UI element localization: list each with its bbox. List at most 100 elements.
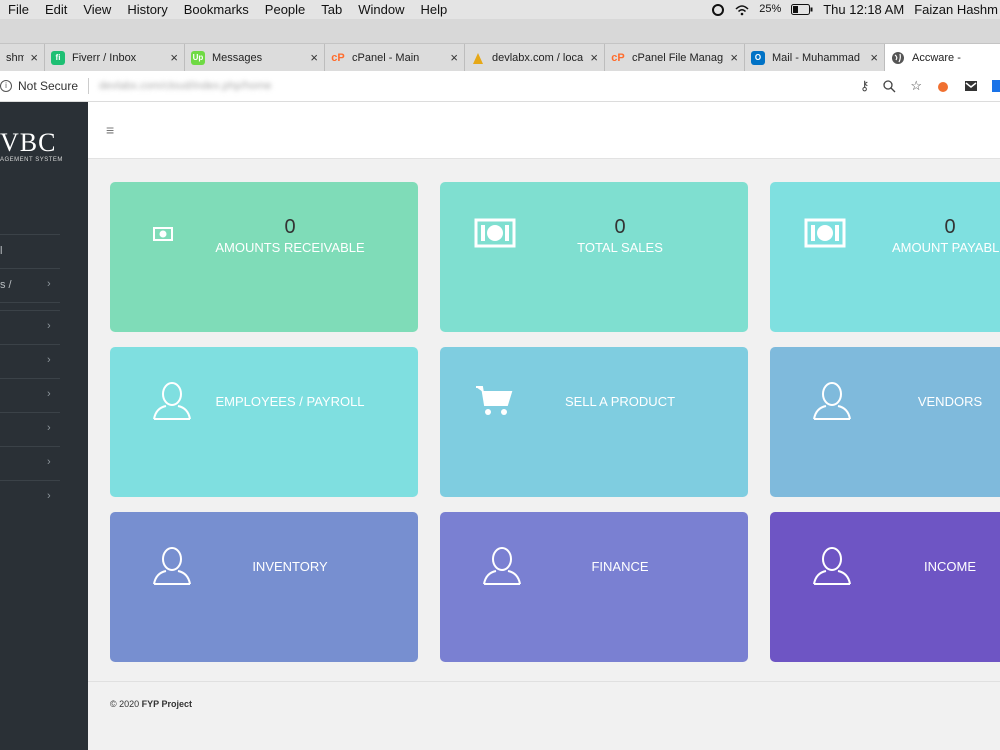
sidebar-nav: l s / › › › › › › ›	[0, 234, 60, 514]
copyright: © 2020 FYP Project	[110, 699, 193, 709]
tab-mail[interactable]: O Mail - Muhammad ×	[745, 44, 885, 71]
card-vendors[interactable]: VENDORS	[770, 347, 1000, 497]
tab-cpanel-main[interactable]: cP cPanel - Main ×	[325, 44, 465, 71]
browser-tab-bar: shmi × fi Fiverr / Inbox × Up Messages ×…	[0, 44, 1000, 71]
phpmyadmin-icon	[471, 51, 485, 65]
extension-icon[interactable]	[936, 79, 950, 93]
extension-icon[interactable]	[992, 79, 1000, 93]
toolbar-actions: ⚷ ☆	[860, 71, 1000, 102]
sidebar-item[interactable]: ›	[0, 344, 60, 378]
card-title: FINANCE	[591, 559, 649, 574]
card-title: TOTAL SALES	[577, 240, 663, 255]
menu-help[interactable]: Help	[413, 0, 456, 19]
logo-subtitle: AGEMENT SYSTEM	[0, 157, 63, 163]
bookmark-star-icon[interactable]: ☆	[910, 78, 922, 94]
gmail-icon[interactable]	[964, 79, 978, 93]
card-title: INVENTORY	[252, 559, 328, 574]
divider	[88, 78, 90, 94]
card-sell-a-product[interactable]: SELL A PRODUCT	[440, 347, 748, 497]
menu-items: File Edit View History Bookmarks People …	[0, 0, 455, 19]
url-input[interactable]: devlabx.com/cloud/index.php/home	[99, 80, 271, 92]
chevron-right-icon: ›	[47, 320, 51, 332]
hamburger-menu-icon[interactable]: ≡	[106, 122, 114, 138]
sidebar-item[interactable]: ›	[0, 480, 60, 514]
card-value: 0	[944, 216, 956, 238]
sidebar-divider	[0, 302, 60, 310]
sidebar-item[interactable]: s / ›	[0, 268, 60, 302]
card-value: 0	[284, 216, 296, 238]
sidebar-item[interactable]: ›	[0, 378, 60, 412]
close-icon[interactable]: ×	[310, 50, 318, 65]
sidebar-item[interactable]: ›	[0, 412, 60, 446]
menu-file[interactable]: File	[0, 0, 37, 19]
zoom-icon[interactable]	[883, 79, 896, 93]
chevron-right-icon: ›	[47, 278, 51, 290]
creative-cloud-icon[interactable]	[711, 3, 725, 17]
menu-view[interactable]: View	[75, 0, 119, 19]
clock[interactable]: Thu 12:18 AM	[823, 0, 904, 19]
fiverr-icon: fi	[51, 50, 65, 65]
card-amount-payable[interactable]: 0 AMOUNT PAYABLE	[770, 182, 1000, 332]
sidebar-item[interactable]: ›	[0, 446, 60, 480]
card-inventory[interactable]: INVENTORY	[110, 512, 418, 662]
logo[interactable]: VBC	[0, 128, 56, 158]
upwork-icon: Up	[191, 50, 205, 65]
sidebar-item[interactable]: l	[0, 234, 60, 268]
close-icon[interactable]: ×	[30, 50, 38, 65]
chevron-right-icon: ›	[47, 490, 51, 502]
tab-devlabx[interactable]: devlabx.com / loca ×	[465, 44, 605, 71]
chevron-right-icon: ›	[47, 354, 51, 366]
address-bar: i Not Secure devlabx.com/cloud/index.php…	[0, 71, 1000, 102]
content-header: ≡	[88, 102, 1000, 159]
chevron-right-icon: ›	[47, 388, 51, 400]
close-icon[interactable]: ×	[730, 50, 738, 65]
status-area: 25% Thu 12:18 AM Faizan Hashm	[711, 0, 1000, 19]
key-icon[interactable]: ⚷	[860, 78, 870, 94]
project-name: FYP Project	[141, 699, 193, 709]
globe-icon	[891, 51, 905, 65]
close-icon[interactable]: ×	[870, 50, 878, 65]
battery-percent: 25%	[759, 3, 782, 15]
cpanel-icon: cP	[331, 51, 345, 64]
card-total-sales[interactable]: 0 TOTAL SALES	[440, 182, 748, 332]
menu-window[interactable]: Window	[350, 0, 412, 19]
close-icon[interactable]: ×	[590, 50, 598, 65]
tab-accware[interactable]: Accware -	[885, 44, 1000, 71]
outlook-icon: O	[751, 50, 765, 65]
card-employees-payroll[interactable]: EMPLOYEES / PAYROLL	[110, 347, 418, 497]
macos-menu-bar: File Edit View History Bookmarks People …	[0, 0, 1000, 19]
card-finance[interactable]: FINANCE	[440, 512, 748, 662]
menu-bookmarks[interactable]: Bookmarks	[176, 0, 257, 19]
menu-edit[interactable]: Edit	[37, 0, 75, 19]
menu-history[interactable]: History	[119, 0, 175, 19]
tab-cpanel-file-manager[interactable]: cP cPanel File Manag ×	[605, 44, 745, 71]
chevron-right-icon: ›	[47, 422, 51, 434]
card-title: AMOUNTS RECEIVABLE	[215, 240, 365, 255]
card-title: SELL A PRODUCT	[564, 394, 676, 409]
close-icon[interactable]: ×	[170, 50, 178, 65]
money-icon	[153, 227, 173, 241]
tab-hashmi[interactable]: shmi ×	[0, 44, 45, 71]
card-title: INCOME	[924, 559, 976, 574]
menu-people[interactable]: People	[257, 0, 313, 19]
user-name[interactable]: Faizan Hashm	[914, 0, 998, 19]
card-title: AMOUNT PAYABLE	[891, 240, 1000, 255]
close-icon[interactable]: ×	[450, 50, 458, 65]
card-income[interactable]: INCOME	[770, 512, 1000, 662]
card-value: 0	[614, 216, 626, 238]
menu-tab[interactable]: Tab	[313, 0, 350, 19]
battery-icon[interactable]	[791, 4, 813, 15]
tab-messages[interactable]: Up Messages ×	[185, 44, 325, 71]
tab-fiverr[interactable]: fi Fiverr / Inbox ×	[45, 44, 185, 71]
window-title-strip	[0, 19, 1000, 44]
card-title: EMPLOYEES / PAYROLL	[215, 394, 365, 409]
footer: © 2020 FYP Project	[88, 681, 1000, 750]
chevron-right-icon: ›	[47, 456, 51, 468]
info-icon[interactable]: i	[0, 80, 12, 92]
security-indicator[interactable]: Not Secure	[18, 79, 78, 93]
sidebar-item[interactable]: ›	[0, 310, 60, 344]
card-amounts-receivable[interactable]: 0 AMOUNTS RECEIVABLE	[110, 182, 418, 332]
sidebar: VBC AGEMENT SYSTEM l s / › › › › › › ›	[0, 102, 88, 750]
wifi-icon[interactable]	[735, 3, 749, 17]
card-title: VENDORS	[917, 394, 983, 409]
